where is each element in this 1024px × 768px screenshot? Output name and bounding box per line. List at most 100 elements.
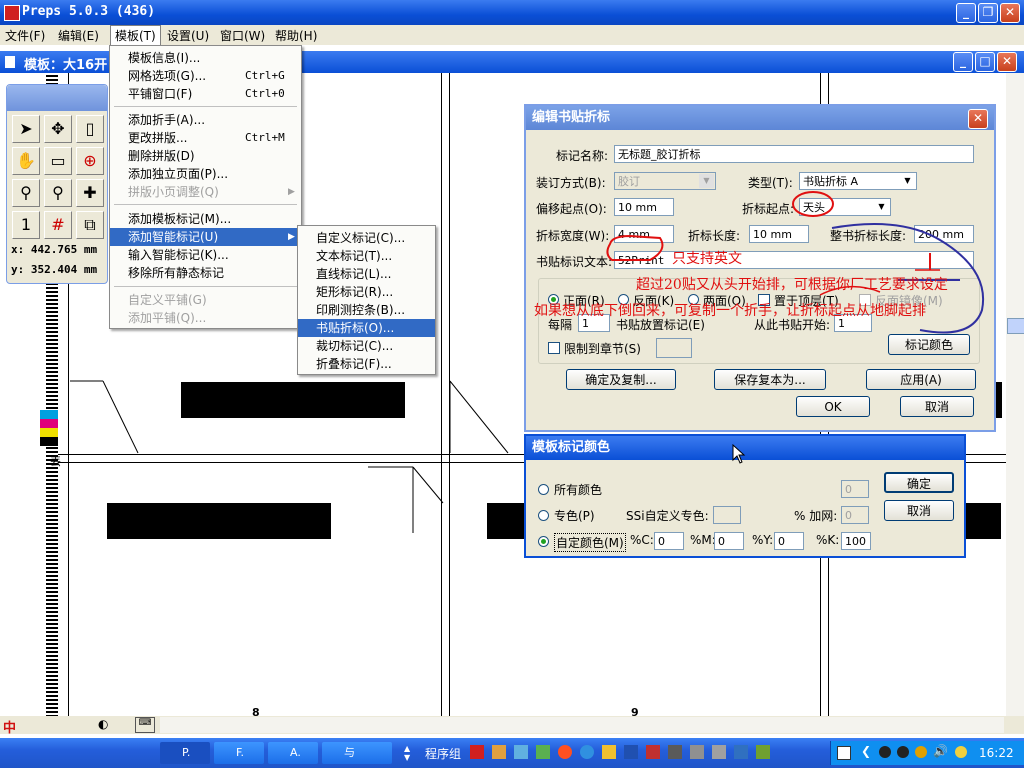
screen-label: % 加网: [794,509,838,523]
app-icon[interactable] [536,745,550,759]
volume-icon[interactable]: 🔊 [933,744,948,758]
register-icon[interactable]: ⊕ [76,147,104,175]
app-icon[interactable] [668,745,682,759]
submenu-item-rect-mark[interactable]: 矩形标记(R)... [298,283,435,301]
qq-icon[interactable] [879,746,891,758]
color-ok-button[interactable]: 确定 [884,472,954,493]
cross-icon[interactable]: ✚ [76,179,104,207]
taskbar-scroll-arrows-icon[interactable]: ▲ ▼ [404,744,410,762]
program-group-label[interactable]: 程序组 [425,745,461,762]
app-icon[interactable] [690,745,704,759]
tray-icon[interactable] [915,746,927,758]
doc-close-icon[interactable]: ✕ [997,52,1017,72]
all-colors-radio[interactable] [538,484,549,495]
m-label: %M: [690,533,716,547]
acrobat-icon[interactable] [470,745,484,759]
zoom-page-icon[interactable]: ⚲ [44,179,72,207]
menu-item-remove-static-marks[interactable]: 移除所有静态标记 [110,264,301,282]
menu-separator [114,286,297,287]
app-icon[interactable] [558,745,572,759]
all-colors-field: 0 [841,480,869,498]
doc-icon [5,56,15,68]
menu-template[interactable]: 模板(T) [110,25,161,46]
clock[interactable]: 16:22 [979,746,1014,760]
custom-color-radio[interactable] [538,536,549,547]
horizontal-scrollbar[interactable] [160,717,1004,733]
close-icon[interactable]: ✕ [1000,3,1020,23]
restore-icon[interactable]: ❐ [978,3,998,23]
app-icon[interactable] [514,745,528,759]
moon-icon[interactable]: ◐ [98,717,108,731]
ie-icon[interactable] [580,745,594,759]
submenu-item-line-mark[interactable]: 直线标记(L)... [298,265,435,283]
scroll-thumb[interactable] [1007,318,1024,334]
menu-item-add-template-mark[interactable]: 添加模板标记(M)... [110,210,301,228]
app-icon[interactable] [756,745,770,759]
submenu-item-fold-mark[interactable]: 书贴折标(O)... [298,319,435,337]
vertical-scrollbar[interactable] [1006,73,1024,718]
page-icon[interactable]: ▯ [76,115,104,143]
ok-button[interactable]: OK [796,396,870,417]
save-copy-button[interactable]: 保存复本为... [714,369,826,390]
arrow-icon[interactable]: ➤ [12,115,40,143]
m-field[interactable]: 0 [714,532,744,550]
menu-settings[interactable]: 设置(U) [167,27,209,44]
color-cancel-button[interactable]: 取消 [884,500,954,521]
marks-icon[interactable]: ▭ [44,147,72,175]
taskbar-btn-text[interactable]: 与 [322,742,392,764]
submenu-item-custom-mark[interactable]: 自定义标记(C)... [298,229,435,247]
tray-icon[interactable] [955,746,967,758]
menu-help[interactable]: 帮助(H) [275,27,317,44]
menu-window[interactable]: 窗口(W) [220,27,265,44]
taskbar-btn-a[interactable]: A. [268,742,318,764]
hand-icon[interactable]: ✋ [12,147,40,175]
k-field[interactable]: 100 [841,532,871,550]
ime-icon[interactable]: 中 [3,717,23,736]
k-label: %K: [816,533,840,547]
zoom-icon[interactable]: ⚲ [12,179,40,207]
tray-icon[interactable] [837,746,851,760]
dialog-close-icon[interactable]: ✕ [968,109,988,129]
menu-edit[interactable]: 编辑(E) [58,27,99,44]
doc-maximize-icon[interactable]: □ [975,52,995,72]
menu-item-add-page[interactable]: 添加独立页面(P)... [110,165,301,183]
menu-item-tile-window[interactable]: 平铺窗口(F) Ctrl+0 [110,85,301,103]
cancel-button[interactable]: 取消 [900,396,974,417]
app-icon[interactable] [712,745,726,759]
multi-icon[interactable]: ⧉ [76,211,104,239]
minimize-icon[interactable]: _ [956,3,976,23]
menu-item-add-smart-mark[interactable]: 添加智能标记(U) ▶ [110,228,301,246]
app-icon[interactable] [646,745,660,759]
y-field[interactable]: 0 [774,532,804,550]
menu-item-delete-layout[interactable]: 删除拼版(D) [110,147,301,165]
app-icon[interactable] [602,745,616,759]
menu-item-import-smart-mark[interactable]: 输入智能标记(K)... [110,246,301,264]
annotation-marks [606,191,985,334]
tool-icon[interactable] [492,745,506,759]
c-field[interactable]: 0 [654,532,684,550]
grid-icon[interactable]: # [44,211,72,239]
menu-item-add-fold[interactable]: 添加折手(A)... [110,111,301,129]
confirm-copy-button[interactable]: 确定及复制... [566,369,676,390]
menu-file[interactable]: 文件(F) [5,27,45,44]
apply-button[interactable]: 应用(A) [866,369,976,390]
taskbar-btn-preps[interactable]: P. [160,742,210,764]
submenu-item-folding-mark[interactable]: 折叠标记(F)... [298,355,435,373]
word-icon[interactable] [624,745,638,759]
qq-icon[interactable] [897,746,909,758]
menu-item-grid-options[interactable]: 网格选项(G)... Ctrl+G [110,67,301,85]
submenu-item-control-strip[interactable]: 印刷测控条(B)... [298,301,435,319]
menu-item-change-layout[interactable]: 更改拼版... Ctrl+M [110,129,301,147]
spot-color-radio[interactable] [538,510,549,521]
one-icon[interactable]: 1 [12,211,40,239]
move-icon[interactable]: ✥ [44,115,72,143]
mark-name-field[interactable]: 无标题_胶订折标 [614,145,974,163]
app-icon[interactable] [734,745,748,759]
tray-chevron-icon[interactable]: ❮ [861,744,871,758]
keyboard-icon[interactable]: ⌨ [135,717,155,733]
menu-item-template-info[interactable]: 模板信息(I)... [110,49,301,67]
submenu-item-text-mark[interactable]: 文本标记(T)... [298,247,435,265]
doc-minimize-icon[interactable]: _ [953,52,973,72]
taskbar-btn-f[interactable]: F. [214,742,264,764]
submenu-item-crop-mark[interactable]: 裁切标记(C)... [298,337,435,355]
